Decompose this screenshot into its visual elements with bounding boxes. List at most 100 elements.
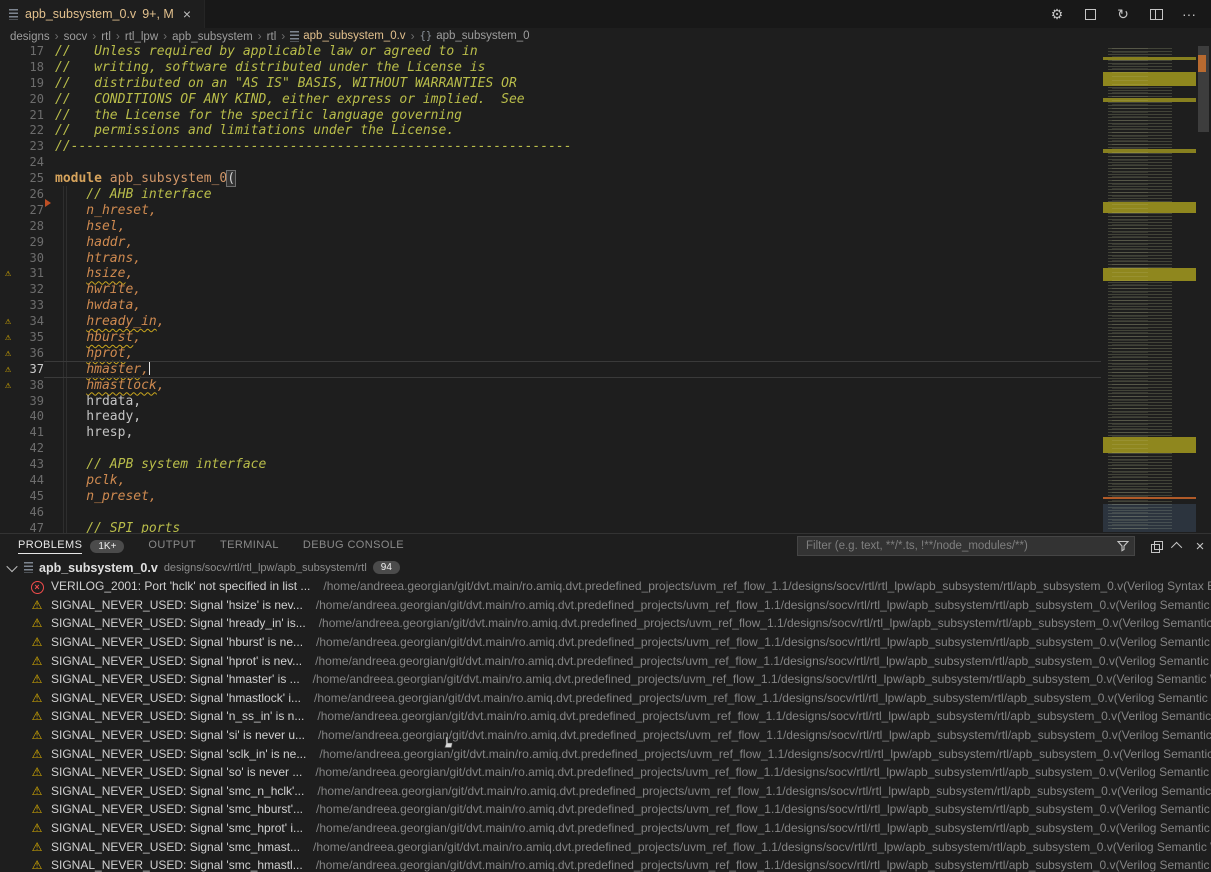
line-number[interactable]: 23	[16, 139, 44, 155]
problem-row[interactable]: ⚠SIGNAL_NEVER_USED: Signal 'hburst' is n…	[0, 633, 1211, 652]
code-line[interactable]: 47 // SPI ports	[0, 521, 1103, 533]
code-line[interactable]: 32 hwrite,	[0, 282, 1103, 298]
problem-row[interactable]: ⚠SIGNAL_NEVER_USED: Signal 'hmastlock' i…	[0, 689, 1211, 708]
collapse-all-icon[interactable]	[1145, 535, 1167, 557]
minimap[interactable]	[1103, 44, 1196, 533]
line-number[interactable]: 38	[16, 378, 44, 394]
breadcrumb-item[interactable]: rtl	[267, 31, 277, 43]
panel-tab-terminal[interactable]: TERMINAL	[220, 535, 279, 557]
problem-row[interactable]: ⚠SIGNAL_NEVER_USED: Signal 'smc_hprot' i…	[0, 819, 1211, 838]
problem-row[interactable]: ⚠SIGNAL_NEVER_USED: Signal 'hready_in' i…	[0, 614, 1211, 633]
close-panel-icon[interactable]: ×	[1189, 535, 1211, 557]
problem-row[interactable]: ⚠SIGNAL_NEVER_USED: Signal 'hprot' is ne…	[0, 651, 1211, 670]
code-line[interactable]: 21// the License for the specific langua…	[0, 108, 1103, 124]
problem-row[interactable]: ⚠SIGNAL_NEVER_USED: Signal 'si' is never…	[0, 726, 1211, 745]
square-icon[interactable]	[1082, 6, 1098, 22]
code-line[interactable]: ⚠38 hmastlock,	[0, 378, 1103, 394]
code-line[interactable]: 24	[0, 155, 1103, 171]
line-number[interactable]: 22	[16, 123, 44, 139]
breadcrumb-symbol[interactable]: {} apb_subsystem_0	[420, 30, 530, 42]
line-number[interactable]: 40	[16, 409, 44, 425]
line-number[interactable]: 32	[16, 282, 44, 298]
line-number[interactable]: 26	[16, 187, 44, 203]
line-number[interactable]: 31	[16, 266, 44, 282]
code-line[interactable]: 46	[0, 505, 1103, 521]
editor-tab-apb-subsystem[interactable]: apb_subsystem_0.v 9+, M ×	[0, 0, 205, 28]
breadcrumb-file[interactable]: apb_subsystem_0.v	[290, 30, 405, 42]
problem-row[interactable]: ⚠SIGNAL_NEVER_USED: Signal 'smc_hburst'.…	[0, 800, 1211, 819]
problem-row[interactable]: ⚠SIGNAL_NEVER_USED: Signal 'smc_n_hclk'.…	[0, 782, 1211, 801]
breadcrumb-item[interactable]: rtl	[101, 31, 111, 43]
code-area[interactable]: 17// Unless required by applicable law o…	[0, 44, 1103, 533]
code-line[interactable]: ⚠37 hmaster,	[0, 362, 1103, 378]
more-actions-icon[interactable]: ···	[1181, 6, 1197, 22]
line-number[interactable]: 39	[16, 394, 44, 410]
maximize-panel-icon[interactable]	[1167, 535, 1189, 557]
code-line[interactable]: 33 hwdata,	[0, 298, 1103, 314]
code-line[interactable]: 26 // AHB interface	[0, 187, 1103, 203]
line-number[interactable]: 44	[16, 473, 44, 489]
breadcrumb-item[interactable]: designs	[10, 31, 50, 43]
problem-row[interactable]: ⚠SIGNAL_NEVER_USED: Signal 'smc_hmast...…	[0, 837, 1211, 856]
code-line[interactable]: ⚠34 hready_in,	[0, 314, 1103, 330]
panel-tab-debug-console[interactable]: DEBUG CONSOLE	[303, 535, 404, 557]
code-line[interactable]: ⚠35 hburst,	[0, 330, 1103, 346]
problem-row[interactable]: ⚠SIGNAL_NEVER_USED: Signal 'so' is never…	[0, 763, 1211, 782]
problems-filter-input[interactable]	[797, 536, 1135, 556]
code-line[interactable]: 42	[0, 441, 1103, 457]
problem-row[interactable]: ⚠SIGNAL_NEVER_USED: Signal 'hsize' is ne…	[0, 596, 1211, 615]
line-number[interactable]: 25	[16, 171, 44, 187]
problem-row[interactable]: ×VERILOG_2001: Port 'hclk' not specified…	[0, 577, 1211, 596]
line-number[interactable]: 45	[16, 489, 44, 505]
problem-row[interactable]: ⚠SIGNAL_NEVER_USED: Signal 'smc_hmastl..…	[0, 856, 1211, 872]
line-number[interactable]: 17	[16, 44, 44, 60]
code-line[interactable]: 28 hsel,	[0, 219, 1103, 235]
editor-scrollbar[interactable]	[1196, 44, 1211, 533]
code-line[interactable]: 40 hready,	[0, 409, 1103, 425]
code-line[interactable]: 22// permissions and limitations under t…	[0, 123, 1103, 139]
code-line[interactable]: 41 hresp,	[0, 425, 1103, 441]
line-number[interactable]: 34	[16, 314, 44, 330]
line-number[interactable]: 43	[16, 457, 44, 473]
line-number[interactable]: 29	[16, 235, 44, 251]
line-number[interactable]: 47	[16, 521, 44, 533]
line-number[interactable]: 18	[16, 60, 44, 76]
code-line[interactable]: 17// Unless required by applicable law o…	[0, 44, 1103, 60]
code-line[interactable]: 39 hrdata,	[0, 394, 1103, 410]
code-line[interactable]: ⚠36 hprot,	[0, 346, 1103, 362]
code-line[interactable]: 19// distributed on an "AS IS" BASIS, WI…	[0, 76, 1103, 92]
line-number[interactable]: 36	[16, 346, 44, 362]
problem-row[interactable]: ⚠SIGNAL_NEVER_USED: Signal 'sclk_in' is …	[0, 744, 1211, 763]
breadcrumb-item[interactable]: apb_subsystem	[172, 31, 253, 43]
line-number[interactable]: 21	[16, 108, 44, 124]
code-line[interactable]: 44 pclk,	[0, 473, 1103, 489]
sync-icon[interactable]: ↻	[1115, 6, 1131, 22]
tab-close-icon[interactable]: ×	[180, 6, 194, 22]
line-number[interactable]: 33	[16, 298, 44, 314]
problem-row[interactable]: ⚠SIGNAL_NEVER_USED: Signal 'n_ss_in' is …	[0, 707, 1211, 726]
line-number[interactable]: 28	[16, 219, 44, 235]
problem-row[interactable]: ⚠SIGNAL_NEVER_USED: Signal 'hmaster' is …	[0, 670, 1211, 689]
line-number[interactable]: 27	[16, 203, 44, 219]
code-line[interactable]: 23//------------------------------------…	[0, 139, 1103, 155]
line-number[interactable]: 42	[16, 441, 44, 457]
code-line[interactable]: ⚠31 hsize,	[0, 266, 1103, 282]
code-line[interactable]: 20// CONDITIONS OF ANY KIND, either expr…	[0, 92, 1103, 108]
line-number[interactable]: 30	[16, 251, 44, 267]
line-number[interactable]: 24	[16, 155, 44, 171]
code-line[interactable]: 25module apb_subsystem_0(	[0, 171, 1103, 187]
line-number[interactable]: 41	[16, 425, 44, 441]
line-number[interactable]: 35	[16, 330, 44, 346]
code-line[interactable]: 18// writing, software distributed under…	[0, 60, 1103, 76]
line-number[interactable]: 37	[16, 362, 44, 378]
panel-tab-output[interactable]: OUTPUT	[148, 535, 196, 557]
code-line[interactable]: 29 haddr,	[0, 235, 1103, 251]
editor[interactable]: 17// Unless required by applicable law o…	[0, 44, 1211, 533]
code-line[interactable]: 30 htrans,	[0, 251, 1103, 267]
code-line[interactable]: 43 // APB system interface	[0, 457, 1103, 473]
code-line[interactable]: 45 n_preset,	[0, 489, 1103, 505]
problems-file-group[interactable]: apb_subsystem_0.v designs/socv/rtl/rtl_l…	[0, 558, 1211, 577]
line-number[interactable]: 19	[16, 76, 44, 92]
code-line[interactable]: 27 n_hreset,	[0, 203, 1103, 219]
line-number[interactable]: 46	[16, 505, 44, 521]
